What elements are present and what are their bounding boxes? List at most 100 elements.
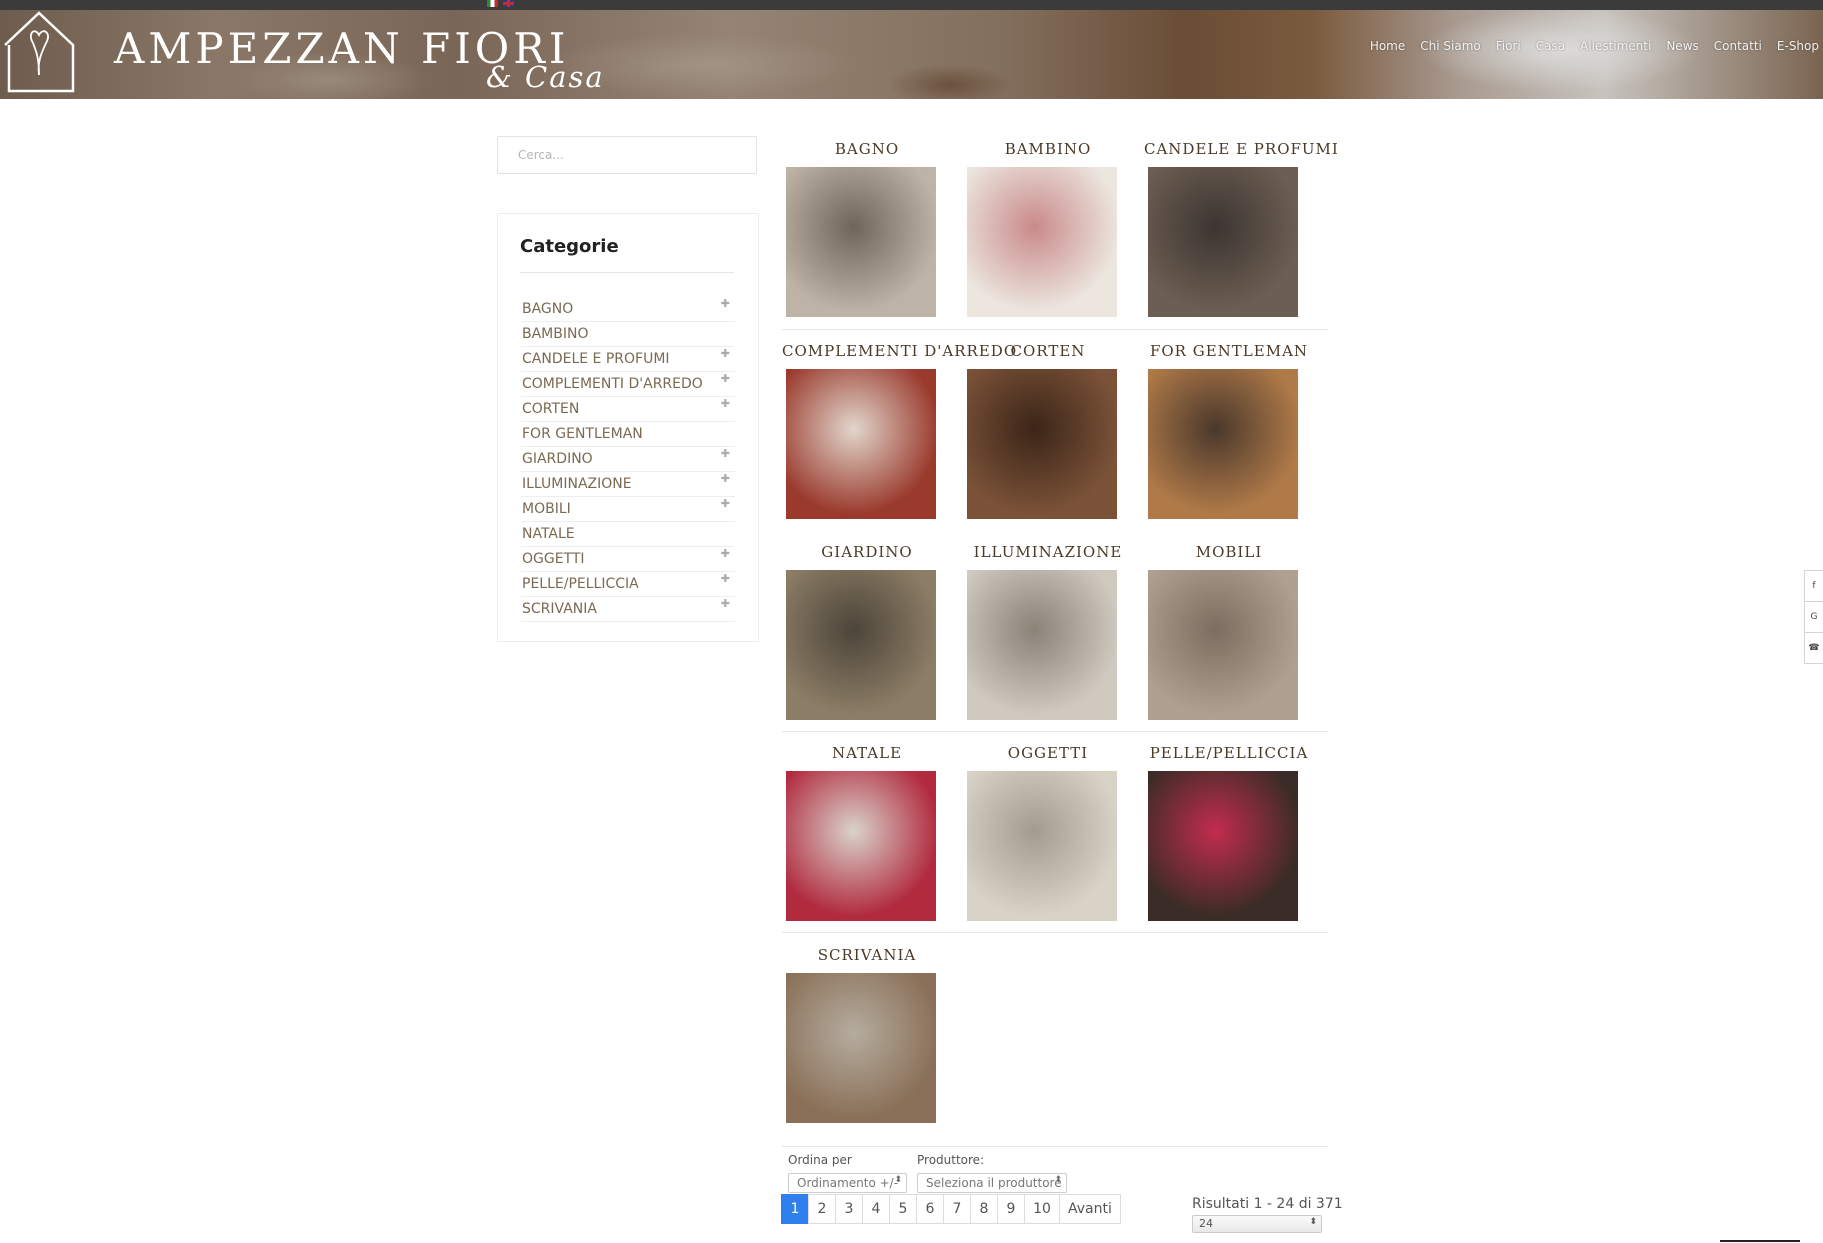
category-image[interactable]: [967, 167, 1117, 317]
sidebar-item-label: MOBILI: [522, 501, 571, 517]
category-title[interactable]: FOR GENTLEMAN: [1144, 342, 1314, 362]
category-card[interactable]: BAGNO: [782, 140, 952, 317]
sidebar-item-natale[interactable]: NATALE: [521, 522, 735, 547]
search-input[interactable]: [497, 136, 757, 174]
category-image[interactable]: [1148, 570, 1298, 720]
per-page-select[interactable]: 24 ⬍: [1192, 1215, 1322, 1233]
expand-plus-icon[interactable]: ✚: [721, 372, 730, 385]
sidebar-item-complementi-d-arredo[interactable]: COMPLEMENTI D'ARREDO ✚: [521, 372, 735, 397]
expand-plus-icon[interactable]: ✚: [721, 547, 730, 560]
category-card[interactable]: MOBILI: [1144, 543, 1314, 720]
category-title[interactable]: COMPLEMENTI D'ARREDO: [782, 342, 1016, 362]
category-card[interactable]: FOR GENTLEMAN: [1144, 342, 1314, 519]
category-image[interactable]: [786, 369, 936, 519]
phone-icon[interactable]: ☎: [1804, 632, 1823, 664]
sidebar-item-corten[interactable]: CORTEN ✚: [521, 397, 735, 422]
category-card[interactable]: NATALE: [782, 744, 952, 921]
sidebar-item-oggetti[interactable]: OGGETTI ✚: [521, 547, 735, 572]
sidebar-item-scrivania[interactable]: SCRIVANIA ✚: [521, 597, 735, 622]
page-2-button[interactable]: 2: [808, 1194, 836, 1224]
page-8-button[interactable]: 8: [970, 1194, 998, 1224]
category-image[interactable]: [786, 167, 936, 317]
english-flag-icon[interactable]: [503, 0, 514, 7]
category-title[interactable]: BAGNO: [782, 140, 952, 160]
nav-news[interactable]: News: [1666, 39, 1698, 53]
category-card[interactable]: OGGETTI: [963, 744, 1133, 921]
sidebar-item-bagno[interactable]: BAGNO ✚: [521, 297, 735, 322]
category-card[interactable]: CORTEN: [963, 342, 1133, 519]
category-title[interactable]: CANDELE E PROFUMI: [1144, 140, 1338, 160]
category-image[interactable]: [967, 570, 1117, 720]
category-card[interactable]: COMPLEMENTI D'ARREDO: [782, 342, 1016, 519]
category-card[interactable]: SCRIVANIA: [782, 946, 952, 1123]
page-3-button[interactable]: 3: [835, 1194, 863, 1224]
page-5-button[interactable]: 5: [889, 1194, 917, 1224]
nav-contatti[interactable]: Contatti: [1714, 39, 1762, 53]
expand-plus-icon[interactable]: ✚: [721, 397, 730, 410]
page-4-button[interactable]: 4: [862, 1194, 890, 1224]
category-card[interactable]: CANDELE E PROFUMI: [1144, 140, 1338, 317]
google-icon[interactable]: G: [1804, 601, 1823, 633]
category-image[interactable]: [786, 973, 936, 1123]
category-card[interactable]: GIARDINO: [782, 543, 952, 720]
category-card[interactable]: BAMBINO: [963, 140, 1133, 317]
row-divider: [782, 1146, 1328, 1147]
main-navigation: Home Chi Siamo Fiori Casa Allestimenti N…: [1355, 39, 1819, 53]
sidebar-item-pelle-pelliccia[interactable]: PELLE/PELLICCIA ✚: [521, 572, 735, 597]
category-title[interactable]: SCRIVANIA: [782, 946, 952, 966]
category-card[interactable]: ILLUMINAZIONE: [963, 543, 1133, 720]
category-title[interactable]: CORTEN: [963, 342, 1133, 362]
nav-fiori[interactable]: Fiori: [1496, 39, 1521, 53]
expand-plus-icon[interactable]: ✚: [721, 597, 730, 610]
site-header: AMPEZZAN FIORI & Casa Home Chi Siamo Fio…: [0, 10, 1823, 99]
page-6-button[interactable]: 6: [916, 1194, 944, 1224]
category-title[interactable]: OGGETTI: [963, 744, 1133, 764]
category-title[interactable]: BAMBINO: [963, 140, 1133, 160]
category-image[interactable]: [1148, 771, 1298, 921]
sidebar-item-label: BAGNO: [522, 301, 574, 317]
producer-select[interactable]: Seleziona il produttore ⬍: [917, 1173, 1067, 1193]
expand-plus-icon[interactable]: ✚: [721, 472, 730, 485]
category-image[interactable]: [786, 771, 936, 921]
select-arrows-icon: ⬍: [1309, 1217, 1317, 1227]
category-title[interactable]: PELLE/PELLICCIA: [1144, 744, 1314, 764]
page-7-button[interactable]: 7: [943, 1194, 971, 1224]
nav-home[interactable]: Home: [1370, 39, 1405, 53]
nav-e-shop[interactable]: E-Shop: [1777, 39, 1819, 53]
page-9-button[interactable]: 9: [997, 1194, 1025, 1224]
sidebar-item-label: NATALE: [522, 526, 575, 542]
category-title[interactable]: ILLUMINAZIONE: [963, 543, 1133, 563]
house-logo-icon: [4, 11, 75, 93]
per-page-value: 24: [1199, 1217, 1213, 1230]
category-title[interactable]: MOBILI: [1144, 543, 1314, 563]
page-1-button[interactable]: 1: [781, 1194, 809, 1224]
category-image[interactable]: [967, 369, 1117, 519]
category-title[interactable]: NATALE: [782, 744, 952, 764]
expand-plus-icon[interactable]: ✚: [721, 447, 730, 460]
nav-chi-siamo[interactable]: Chi Siamo: [1420, 39, 1480, 53]
sidebar-item-candele-e-profumi[interactable]: CANDELE E PROFUMI ✚: [521, 347, 735, 372]
category-title[interactable]: GIARDINO: [782, 543, 952, 563]
expand-plus-icon[interactable]: ✚: [721, 572, 730, 585]
sidebar-item-mobili[interactable]: MOBILI ✚: [521, 497, 735, 522]
category-image[interactable]: [967, 771, 1117, 921]
categories-sidebar: Categorie BAGNO ✚ BAMBINO CANDELE E PROFUMI…: [497, 213, 759, 642]
sidebar-item-for-gentleman[interactable]: FOR GENTLEMAN: [521, 422, 735, 447]
sidebar-item-bambino[interactable]: BAMBINO: [521, 322, 735, 347]
italian-flag-icon[interactable]: [487, 0, 498, 7]
sidebar-item-illuminazione[interactable]: ILLUMINAZIONE ✚: [521, 472, 735, 497]
expand-plus-icon[interactable]: ✚: [721, 497, 730, 510]
expand-plus-icon[interactable]: ✚: [721, 347, 730, 360]
sidebar-item-giardino[interactable]: GIARDINO ✚: [521, 447, 735, 472]
page-10-button[interactable]: 10: [1024, 1194, 1060, 1224]
facebook-icon[interactable]: f: [1804, 570, 1823, 602]
next-page-button[interactable]: Avanti: [1059, 1194, 1121, 1224]
order-select[interactable]: Ordinamento +/- ⬍: [788, 1173, 907, 1193]
category-image[interactable]: [1148, 167, 1298, 317]
category-card[interactable]: PELLE/PELLICCIA: [1144, 744, 1314, 921]
nav-casa[interactable]: Casa: [1536, 39, 1565, 53]
nav-allestimenti[interactable]: Allestimenti: [1580, 39, 1651, 53]
category-image[interactable]: [1148, 369, 1298, 519]
category-image[interactable]: [786, 570, 936, 720]
expand-plus-icon[interactable]: ✚: [721, 297, 730, 310]
